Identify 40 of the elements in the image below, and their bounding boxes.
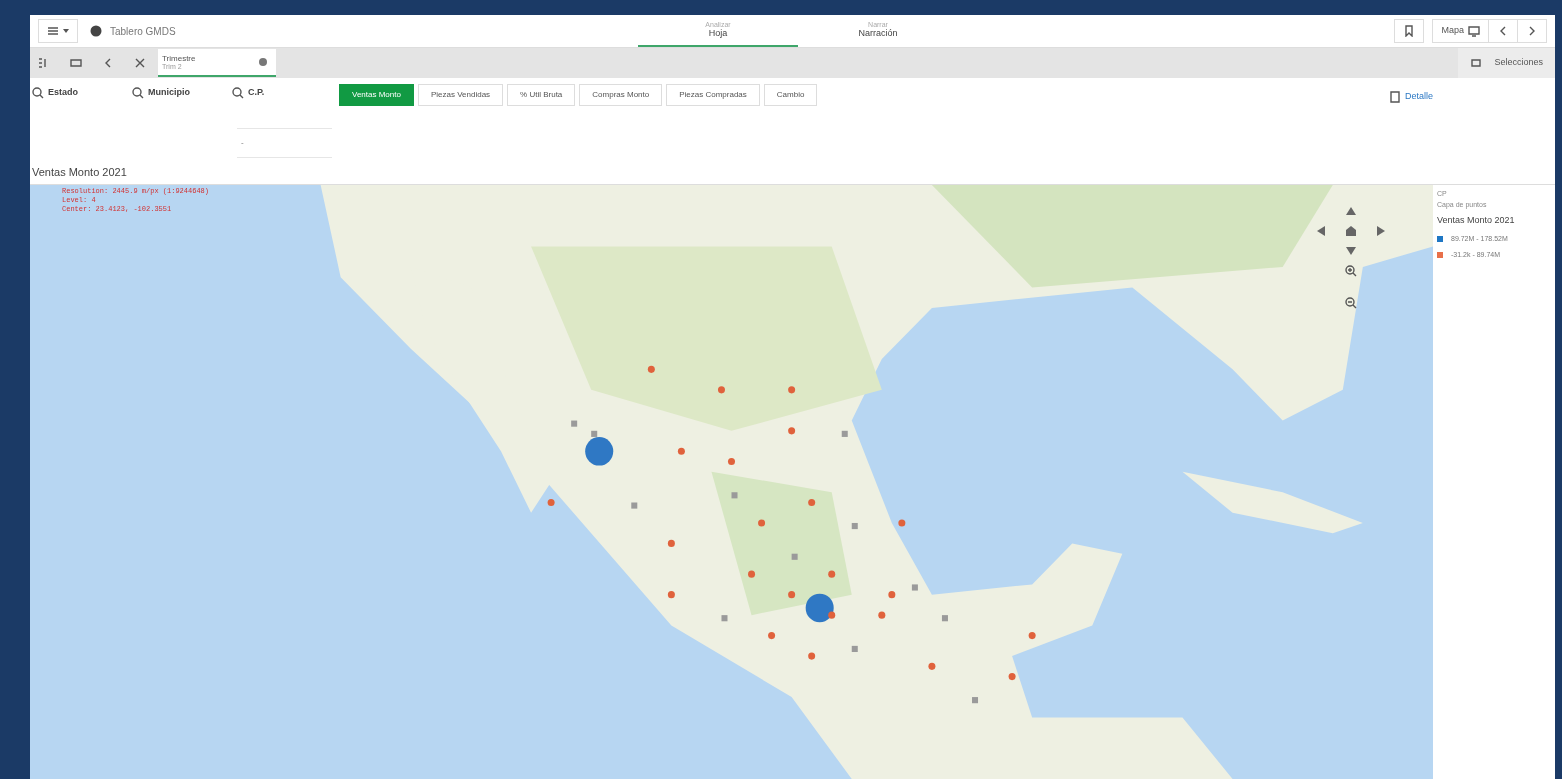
zoom-in-button[interactable] [1345,265,1357,277]
pan-right-button[interactable] [1377,226,1385,236]
pan-up-button[interactable] [1346,207,1356,215]
triangle-right-icon [1377,226,1385,236]
home-button[interactable] [1345,225,1357,237]
caret-icon [63,29,69,33]
search-icon [132,86,144,99]
measure-button[interactable]: Compras Monto [579,84,663,106]
triangle-left-icon [1317,226,1325,236]
document-icon [1389,90,1401,103]
zoom-out-button[interactable] [1345,297,1357,309]
triangle-down-icon [1346,247,1356,255]
home-icon [1345,225,1357,237]
search-icon [232,86,244,99]
detail-link[interactable]: Detalle [1389,90,1433,104]
measure-button[interactable]: Ventas Monto [339,84,414,106]
measure-button[interactable]: % Util Bruta [507,84,576,106]
filter-search[interactable]: Estado [32,86,132,100]
chart-title: Ventas Monto 2021 [32,164,128,180]
filter-search[interactable]: C.P. [232,86,332,100]
measure-button[interactable]: Cambio [763,84,818,106]
zoom-in-icon [1345,265,1357,277]
triangle-up-icon [1346,207,1356,215]
bookmark-button[interactable] [1394,19,1425,43]
legend-title: Ventas Monto 2021 [1437,214,1516,227]
clear-icon [134,57,146,69]
pan-left-button[interactable] [1317,226,1325,236]
bookmark-icon [1403,25,1416,37]
menu-icon [47,25,59,37]
selections-button[interactable]: Selecciones [1458,48,1555,78]
filter-search[interactable]: Municipio [132,86,232,100]
measure-button[interactable]: Piezas Compradas [666,84,760,106]
zoom-out-icon [1345,297,1357,309]
dropdown-field[interactable]: - [237,128,332,158]
measure-button[interactable]: Piezas Vendidas [417,84,504,106]
search-icon [32,86,44,99]
app-name: Tablero GMDS [110,24,176,39]
app-icon [90,25,102,37]
pan-down-button[interactable] [1346,247,1356,255]
menu-button[interactable] [38,19,78,43]
